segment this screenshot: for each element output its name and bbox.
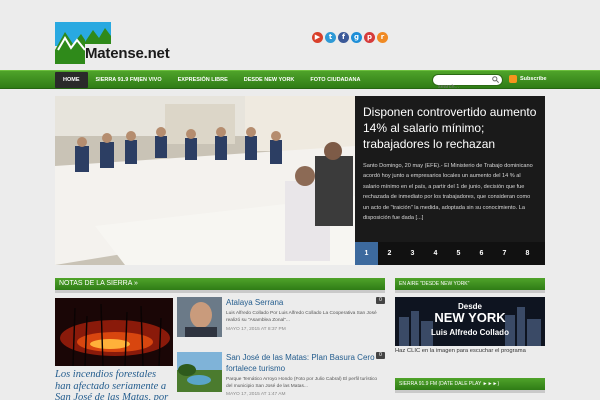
comment-count-badge[interactable]: 0 (376, 297, 385, 304)
rss-icon[interactable]: r (377, 32, 388, 43)
search-icon[interactable] (492, 76, 499, 83)
featured-slider: Disponen controvertido aumento 14% al sa… (55, 96, 545, 265)
logo-banner (85, 22, 111, 44)
landscape-photo (177, 352, 222, 392)
new-york-skyline-image: Desde NEW YORK Luis Alfredo Collado (395, 297, 545, 346)
wildfire-photo (55, 298, 173, 366)
post-thumbnail[interactable] (177, 352, 222, 392)
slide-text-panel: Disponen controvertido aumento 14% al sa… (355, 96, 545, 265)
social-icons: ▶ t f g p r (312, 32, 388, 44)
slider-page-6[interactable]: 6 (470, 242, 493, 265)
post-thumbnail[interactable] (177, 297, 222, 337)
slider-page-5[interactable]: 5 (447, 242, 470, 265)
section-heading-sierra-play[interactable]: SIERRA 91.9 FM (DATE DALE PLAY ►►►) (395, 378, 545, 390)
nav-menu: HOME SIERRA 91.9 FM|EN VIVO EXPRESIÓN LI… (55, 72, 368, 88)
facebook-icon[interactable]: f (338, 32, 349, 43)
pinterest-icon[interactable]: p (364, 32, 375, 43)
post-item: San José de las Matas: Plan Basura Cero … (177, 352, 385, 400)
section-heading-en-aire[interactable]: EN AIRE "DESDE NEW YORK" (395, 278, 545, 290)
nav-item-sierra-en-vivo[interactable]: SIERRA 91.9 FM|EN VIVO (88, 72, 170, 88)
portrait-photo (177, 297, 222, 337)
slide-image[interactable] (55, 96, 355, 265)
ad-line-2: NEW YORK (434, 310, 506, 325)
rss-icon (509, 75, 517, 83)
logo-mountain-icon (55, 22, 85, 64)
nav-item-expresion-libre[interactable]: EXPRESIÓN LIBRE (170, 72, 236, 88)
slider-page-8[interactable]: 8 (516, 242, 539, 265)
slider-page-2[interactable]: 2 (378, 242, 401, 265)
search-input[interactable] (433, 82, 491, 92)
post-excerpt: Luis Alfredo Collado Por Luis Alfredo Co… (226, 311, 377, 324)
post-title[interactable]: San José de las Matas: Plan Basura Cero … (226, 352, 376, 374)
comment-count-badge[interactable]: 0 (376, 352, 385, 359)
section-heading-notas[interactable]: NOTAS DE LA SIERRA » (55, 278, 385, 290)
twitter-icon[interactable]: t (325, 32, 336, 43)
slide-headline[interactable]: Disponen controvertido aumento 14% al sa… (363, 104, 537, 152)
google-plus-icon[interactable]: g (351, 32, 362, 43)
nav-item-home[interactable]: HOME (55, 72, 88, 88)
post-item: Atalaya Serrana Luis Alfredo Collado Por… (177, 297, 385, 347)
post-title[interactable]: Atalaya Serrana (226, 297, 376, 308)
slider-pagination: 1 2 3 4 5 6 7 8 (355, 242, 545, 265)
site-header: Matense.net ▶ t f g p r (0, 0, 600, 70)
main-navbar: HOME SIERRA 91.9 FM|EN VIVO EXPRESIÓN LI… (0, 70, 600, 92)
subscribe-label: Subscribe (520, 76, 547, 82)
nav-item-desde-new-york[interactable]: DESDE NEW YORK (236, 72, 303, 88)
featured-post-image[interactable] (55, 298, 173, 366)
post-excerpt: Parque Temático Arroyo Hondo (Foto por J… (226, 377, 378, 390)
ad-line-3: Luis Alfredo Collado (431, 328, 509, 337)
slide-excerpt: Santo Domingo, 20 may (EFE).- El Ministe… (363, 163, 533, 222)
section-divider (55, 290, 385, 293)
banner-caption: Haz CLIC en la imagen para escuchar el p… (395, 348, 526, 354)
search-box (432, 74, 503, 92)
post-date: MAYO 17, 2015 AT 1:47 AM (226, 392, 286, 397)
slider-page-1[interactable]: 1 (355, 242, 378, 265)
post-date: MAYO 17, 2015 AT 8:37 PM (226, 327, 286, 332)
featured-post-title[interactable]: Los incendios forestales han afectado se… (55, 369, 173, 400)
meeting-photo (55, 96, 355, 265)
subscribe-link[interactable]: Subscribe (509, 75, 547, 83)
youtube-icon[interactable]: ▶ (312, 32, 323, 43)
desde-new-york-banner[interactable]: Desde NEW YORK Luis Alfredo Collado (395, 297, 545, 346)
slider-page-3[interactable]: 3 (401, 242, 424, 265)
nav-item-foto-ciudadana[interactable]: FOTO CIUDADANA (302, 72, 368, 88)
site-name: Matense.net (85, 45, 170, 62)
section-divider (395, 390, 545, 393)
slider-page-7[interactable]: 7 (493, 242, 516, 265)
section-divider (395, 290, 545, 293)
site-logo[interactable]: Matense.net (55, 20, 175, 64)
slider-page-4[interactable]: 4 (424, 242, 447, 265)
